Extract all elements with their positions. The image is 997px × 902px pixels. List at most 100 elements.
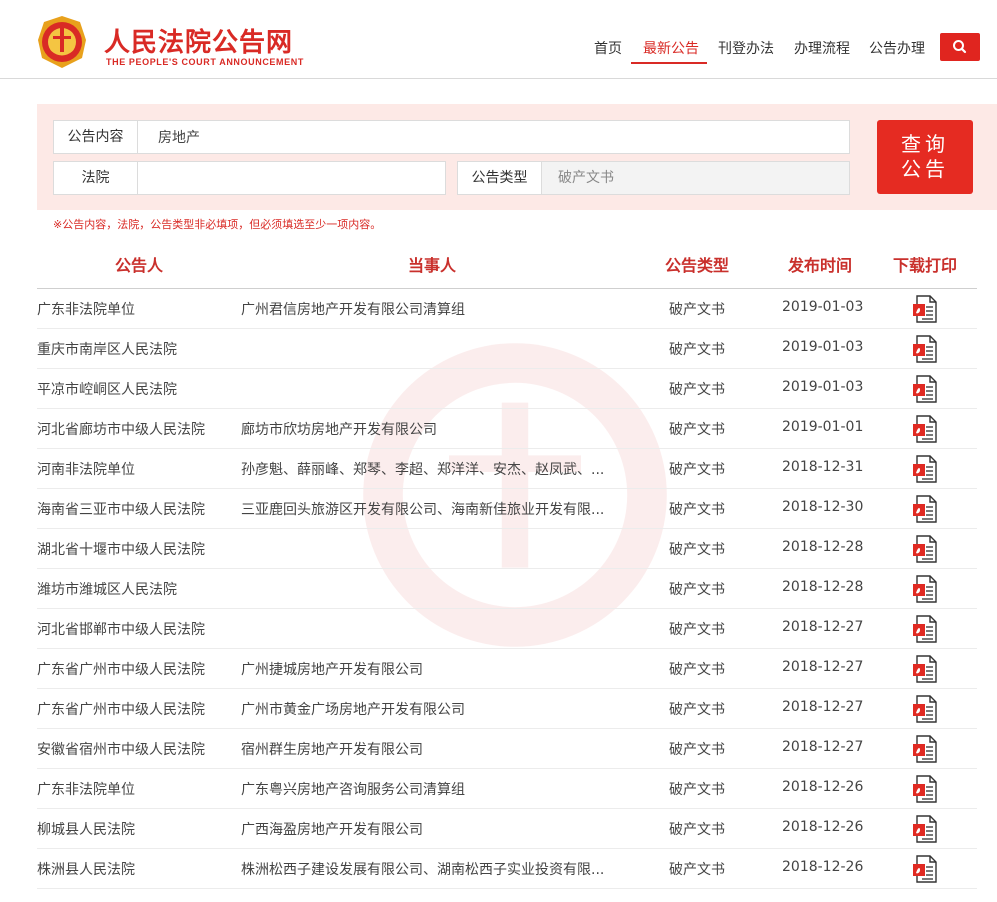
pdf-icon <box>913 695 937 723</box>
cell-party[interactable]: 三亚鹿回头旅游区开发有限公司、海南新佳旅业开发有限... <box>241 499 621 519</box>
nav-latest[interactable]: 最新公告 <box>643 38 699 58</box>
cell-publisher[interactable]: 广东非法院单位 <box>37 779 227 799</box>
cell-party[interactable]: 宿州群生房地产开发有限公司 <box>241 739 621 759</box>
content-field: 公告内容 <box>53 120 850 154</box>
court-input[interactable] <box>148 162 438 194</box>
cell-party[interactable]: 广州君信房地产开发有限公司清算组 <box>241 299 621 319</box>
pdf-icon <box>913 335 937 363</box>
cell-party[interactable]: 株洲松西子建设发展有限公司、湖南松西子实业投资有限... <box>241 859 621 879</box>
cell-type: 破产文书 <box>669 582 725 598</box>
cell-publisher[interactable]: 海南省三亚市中级人民法院 <box>37 499 227 519</box>
search-icon <box>953 40 967 54</box>
cell-date: 2018-12-28 <box>782 539 864 555</box>
cell-publisher[interactable]: 广东省广州市中级人民法院 <box>37 659 227 679</box>
table-row: 重庆市南岸区人民法院 破产文书 2019-01-03 <box>37 329 977 369</box>
cell-party[interactable]: 廊坊市欣坊房地产开发有限公司 <box>241 419 621 439</box>
cell-publisher[interactable]: 重庆市南岸区人民法院 <box>37 339 227 359</box>
download-button[interactable] <box>912 615 938 643</box>
cell-publisher[interactable]: 湖北省十堰市中级人民法院 <box>37 539 227 559</box>
download-button[interactable] <box>912 535 938 563</box>
cell-publisher[interactable]: 河北省邯郸市中级人民法院 <box>37 619 227 639</box>
table-row: 河北省邯郸市中级人民法院 破产文书 2018-12-27 <box>37 609 977 649</box>
pdf-icon <box>913 415 937 443</box>
cell-type: 破产文书 <box>669 462 725 478</box>
download-button[interactable] <box>912 495 938 523</box>
pdf-icon <box>913 855 937 883</box>
court-label: 法院 <box>54 162 138 194</box>
cell-publisher[interactable]: 安徽省宿州市中级人民法院 <box>37 739 227 759</box>
pdf-icon <box>913 495 937 523</box>
cell-date: 2019-01-03 <box>782 379 864 395</box>
table-header: 公告人 当事人 公告类型 发布时间 下载打印 <box>37 244 977 289</box>
search-button[interactable] <box>940 33 980 61</box>
query-submit-button[interactable]: 查询公告 <box>877 120 973 194</box>
download-button[interactable] <box>912 775 938 803</box>
site-header: 人民法院公告网 THE PEOPLE'S COURT ANNOUNCEMENT … <box>0 0 997 79</box>
pdf-icon <box>913 735 937 763</box>
site-subtitle: THE PEOPLE'S COURT ANNOUNCEMENT <box>106 57 304 67</box>
download-button[interactable] <box>912 735 938 763</box>
table-row: 潍坊市潍城区人民法院 破产文书 2018-12-28 <box>37 569 977 609</box>
type-select-value[interactable]: 破产文书 <box>558 162 614 194</box>
cell-type: 破产文书 <box>669 622 725 638</box>
table-row: 河南非法院单位 孙彦魁、薛丽峰、郑琴、李超、郑洋洋、安杰、赵凤武、... 破产文… <box>37 449 977 489</box>
pdf-icon <box>913 615 937 643</box>
download-button[interactable] <box>912 655 938 683</box>
cell-publisher[interactable]: 河北省廊坊市中级人民法院 <box>37 419 227 439</box>
pdf-icon <box>913 455 937 483</box>
cell-party[interactable]: 广州捷城房地产开发有限公司 <box>241 659 621 679</box>
cell-type: 破产文书 <box>669 542 725 558</box>
download-button[interactable] <box>912 695 938 723</box>
form-note: ※公告内容，法院，公告类型非必填项，但必须填选至少一项内容。 <box>53 218 382 231</box>
cell-date: 2018-12-30 <box>782 499 864 515</box>
cell-type: 破产文书 <box>669 662 725 678</box>
pdf-icon <box>913 535 937 563</box>
pdf-icon <box>913 775 937 803</box>
cell-publisher[interactable]: 株洲县人民法院 <box>37 859 227 879</box>
nav-process[interactable]: 办理流程 <box>794 38 850 58</box>
cell-type: 破产文书 <box>669 302 725 318</box>
query-submit-label: 查询公告 <box>901 132 949 181</box>
type-field[interactable]: 公告类型 破产文书 <box>457 161 850 195</box>
cell-type: 破产文书 <box>669 702 725 718</box>
cell-publisher[interactable]: 柳城县人民法院 <box>37 819 227 839</box>
pdf-icon <box>913 815 937 843</box>
cell-party[interactable]: 孙彦魁、薛丽峰、郑琴、李超、郑洋洋、安杰、赵凤武、... <box>241 459 621 479</box>
cell-type: 破产文书 <box>669 822 725 838</box>
download-button[interactable] <box>912 375 938 403</box>
cell-date: 2018-12-27 <box>782 739 864 755</box>
announcement-table-body: 广东非法院单位 广州君信房地产开发有限公司清算组 破产文书 2019-01-03… <box>37 289 977 889</box>
cell-type: 破产文书 <box>669 382 725 398</box>
nav-handle[interactable]: 公告办理 <box>869 38 925 58</box>
cell-publisher[interactable]: 广东非法院单位 <box>37 299 227 319</box>
cell-type: 破产文书 <box>669 502 725 518</box>
download-button[interactable] <box>912 855 938 883</box>
cell-party[interactable]: 广州市黄金广场房地产开发有限公司 <box>241 699 621 719</box>
table-row: 广东省广州市中级人民法院 广州市黄金广场房地产开发有限公司 破产文书 2018-… <box>37 689 977 729</box>
cell-date: 2018-12-31 <box>782 459 864 475</box>
content-input[interactable] <box>158 121 758 153</box>
table-row: 广东省广州市中级人民法院 广州捷城房地产开发有限公司 破产文书 2018-12-… <box>37 649 977 689</box>
cell-publisher[interactable]: 平凉市崆峒区人民法院 <box>37 379 227 399</box>
cell-publisher[interactable]: 河南非法院单位 <box>37 459 227 479</box>
cell-type: 破产文书 <box>669 422 725 438</box>
cell-publisher[interactable]: 潍坊市潍城区人民法院 <box>37 579 227 599</box>
cell-party[interactable]: 广西海盈房地产开发有限公司 <box>241 819 621 839</box>
cell-date: 2018-12-26 <box>782 779 864 795</box>
cell-type: 破产文书 <box>669 782 725 798</box>
nav-publish-method[interactable]: 刊登办法 <box>718 38 774 58</box>
cell-date: 2018-12-27 <box>782 659 864 675</box>
table-row: 株洲县人民法院 株洲松西子建设发展有限公司、湖南松西子实业投资有限... 破产文… <box>37 849 977 889</box>
download-button[interactable] <box>912 415 938 443</box>
cell-publisher[interactable]: 广东省广州市中级人民法院 <box>37 699 227 719</box>
download-button[interactable] <box>912 335 938 363</box>
download-button[interactable] <box>912 815 938 843</box>
cell-type: 破产文书 <box>669 742 725 758</box>
download-button[interactable] <box>912 295 938 323</box>
nav-home[interactable]: 首页 <box>594 38 622 58</box>
download-button[interactable] <box>912 455 938 483</box>
cell-date: 2019-01-03 <box>782 339 864 355</box>
download-button[interactable] <box>912 575 938 603</box>
cell-party[interactable]: 广东粤兴房地产咨询服务公司清算组 <box>241 779 621 799</box>
table-row: 广东非法院单位 广东粤兴房地产咨询服务公司清算组 破产文书 2018-12-26 <box>37 769 977 809</box>
